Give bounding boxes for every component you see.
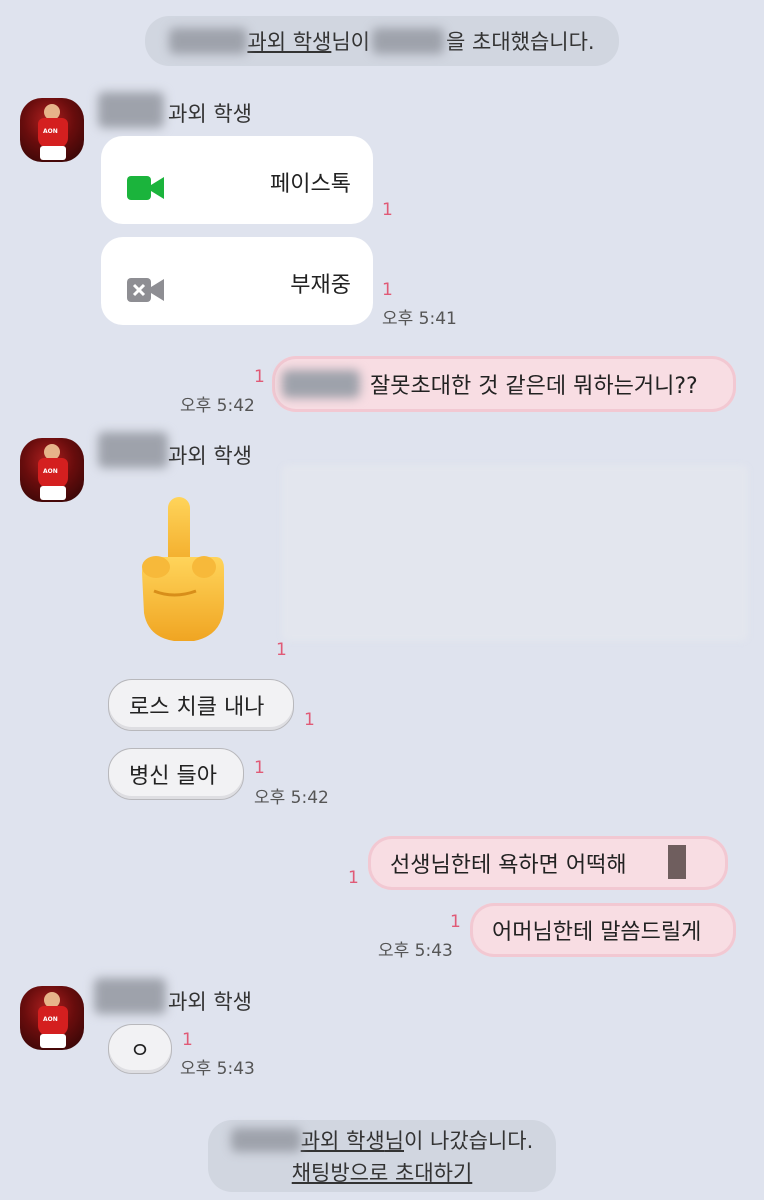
message-bubble[interactable]: ㅇ — [108, 1024, 172, 1074]
message-text: 어머님한테 말씀드릴게 — [492, 920, 702, 945]
avatar[interactable]: AON — [20, 438, 84, 502]
read-count: 1 — [182, 1030, 193, 1050]
blurred-name — [169, 28, 248, 54]
sender-name: 과외 학생 — [168, 102, 252, 126]
leave-notice-text: 이 나갔습니다. — [404, 1129, 534, 1153]
invite-to-chat-link[interactable]: 채팅방으로 초대하기 — [292, 1157, 473, 1187]
invite-notice-name[interactable]: 과외 학생 — [247, 26, 331, 56]
timestamp: 오후 5:42 — [180, 396, 255, 416]
read-count: 1 — [348, 868, 359, 888]
invite-notice: 과외 학생 님이 을 초대했습니다. — [145, 16, 619, 66]
facetime-label: 페이스톡 — [270, 172, 351, 197]
message-text: 잘못초대한 것 같은데 뭐하는거니?? — [370, 374, 698, 399]
blurred-sender — [94, 978, 166, 1014]
timestamp: 오후 5:41 — [382, 309, 457, 329]
timestamp: 오후 5:43 — [378, 941, 453, 961]
message-text: 병신 들아 — [129, 764, 217, 789]
invite-notice-text: 을 초대했습니다. — [446, 30, 595, 54]
read-count: 1 — [276, 640, 287, 660]
sender-name: 과외 학생 — [168, 990, 252, 1014]
blurred-name — [230, 1128, 301, 1152]
censor-block — [668, 845, 686, 879]
middle-finger-emoji[interactable] — [134, 495, 234, 645]
missed-video-icon — [127, 278, 164, 302]
blurred-name-2 — [372, 28, 444, 54]
sender-name: 과외 학생 — [168, 444, 252, 468]
my-message-bubble[interactable]: 어머님한테 말씀드릴게 — [470, 903, 736, 957]
leave-notice: 과외 학생 님 이 나갔습니다. 채팅방으로 초대하기 — [208, 1120, 556, 1192]
read-count: 1 — [254, 758, 265, 778]
message-bubble[interactable]: 병신 들아 — [108, 748, 244, 800]
read-count: 1 — [304, 710, 315, 730]
message-text: 선생님한테 욕하면 어떡해 — [390, 853, 627, 878]
read-count: 1 — [382, 200, 393, 220]
read-count: 1 — [382, 280, 393, 300]
my-message-bubble[interactable]: 잘못초대한 것 같은데 뭐하는거니?? — [272, 356, 736, 412]
missed-label: 부재중 — [290, 273, 351, 298]
timestamp: 오후 5:42 — [254, 788, 329, 808]
blurred-image[interactable] — [282, 465, 748, 641]
timestamp: 오후 5:43 — [180, 1059, 255, 1079]
missed-call-card[interactable]: 부재중 — [101, 237, 373, 325]
avatar[interactable]: AON — [20, 98, 84, 162]
message-bubble[interactable]: 로스 치클 내나 — [108, 679, 294, 731]
blurred-sender — [98, 432, 168, 468]
read-count: 1 — [254, 367, 265, 387]
blurred-name — [282, 370, 360, 398]
blurred-sender — [98, 92, 164, 128]
avatar[interactable]: AON — [20, 986, 84, 1050]
read-count: 1 — [450, 912, 461, 932]
video-camera-icon — [127, 176, 164, 200]
message-text: ㅇ — [129, 1039, 151, 1064]
leave-notice-name[interactable]: 과외 학생 — [301, 1125, 385, 1155]
facetime-call-card[interactable]: 페이스톡 — [101, 136, 373, 224]
message-text: 로스 치클 내나 — [129, 695, 265, 720]
